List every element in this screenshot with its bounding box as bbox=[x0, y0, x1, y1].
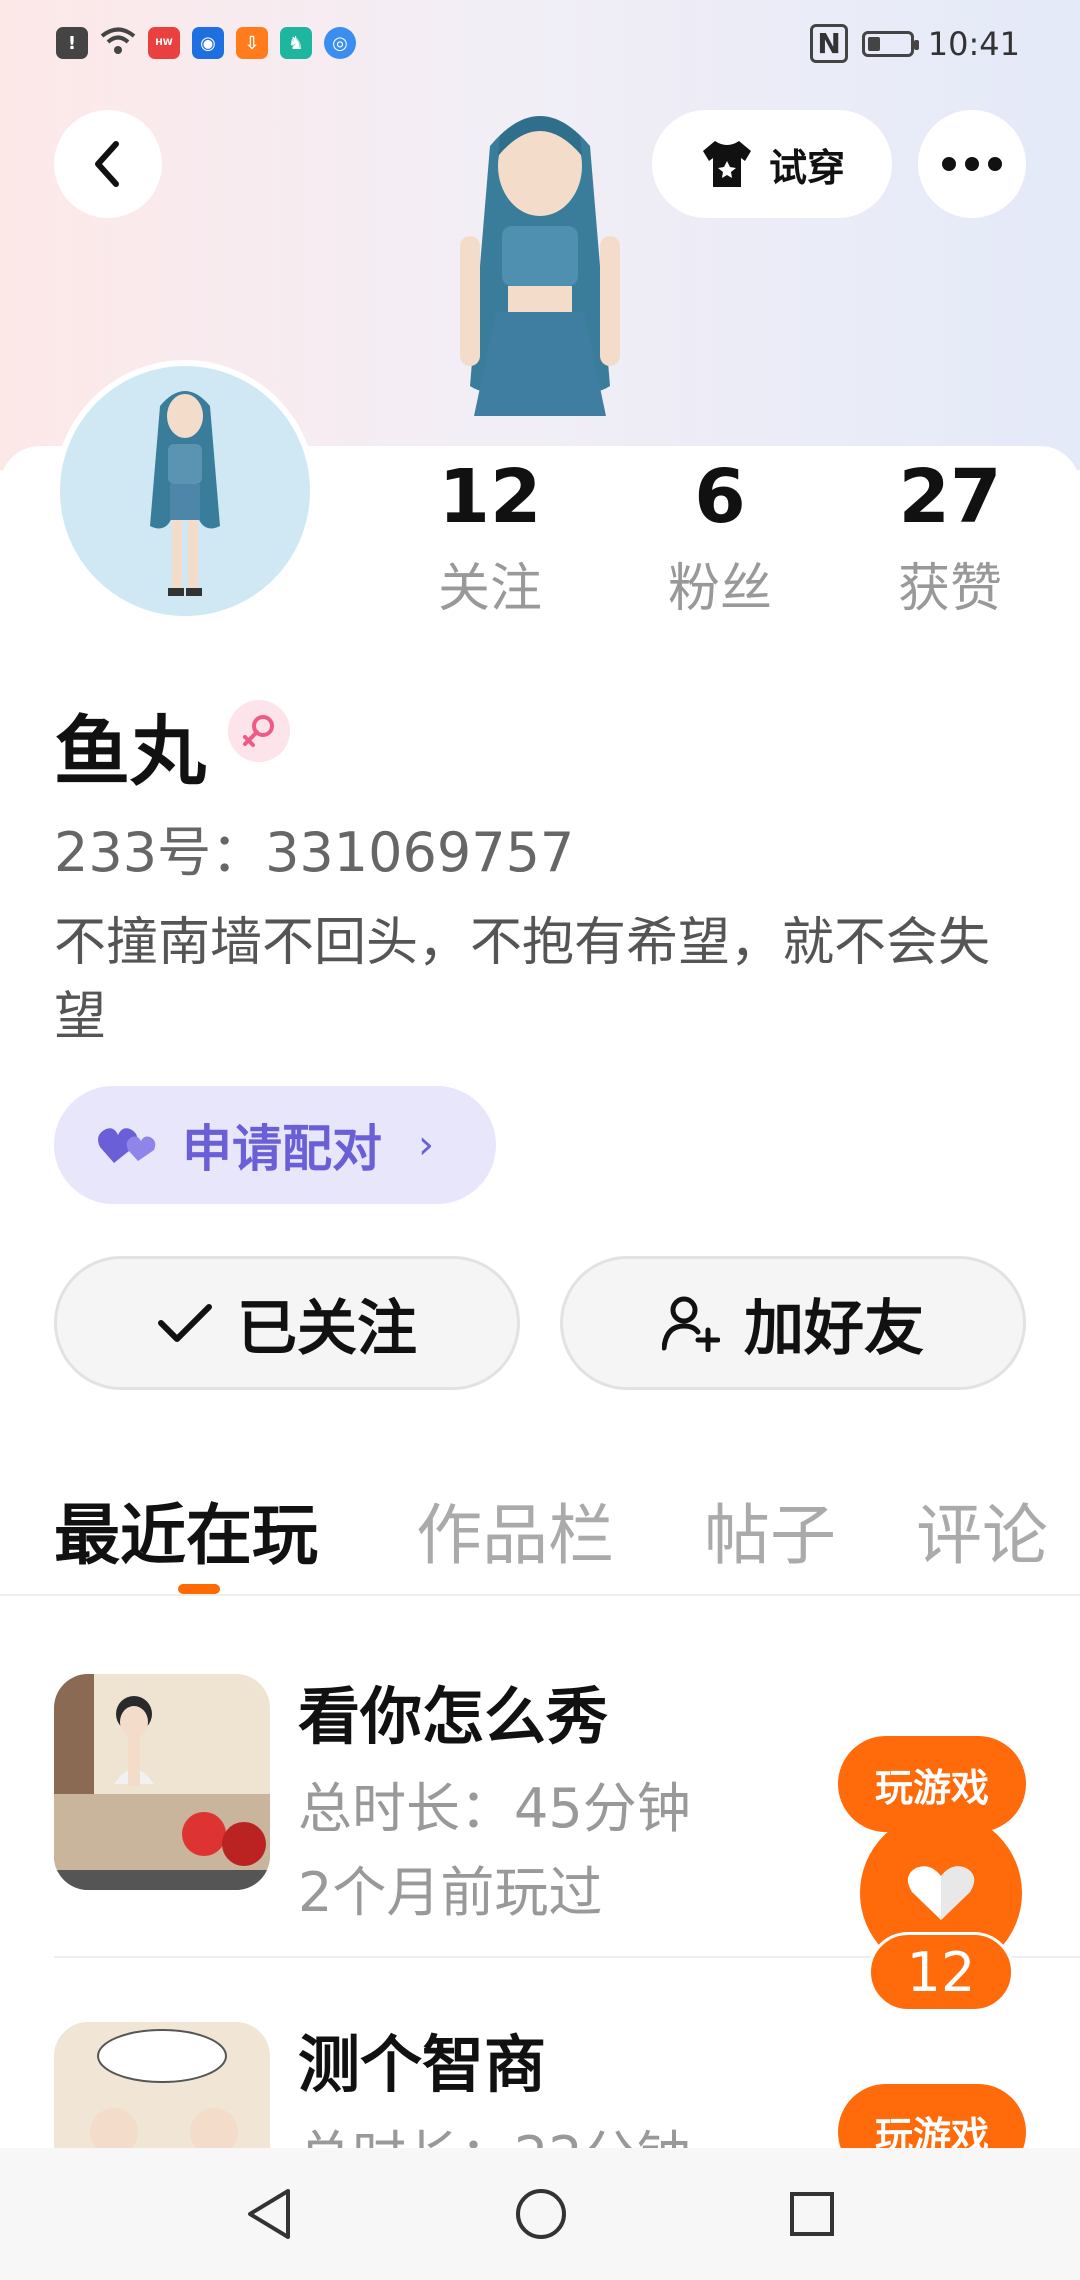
add-user-icon bbox=[662, 1296, 720, 1352]
followed-label: 已关注 bbox=[237, 1293, 417, 1364]
avatar-figure-image bbox=[380, 86, 700, 466]
game-thumbnail[interactable] bbox=[54, 1674, 270, 1890]
stat-likes-count: 27 bbox=[898, 454, 1002, 540]
user-id: 233号：331069757 bbox=[54, 821, 575, 884]
checkmark-icon bbox=[158, 1304, 212, 1342]
alert-icon: ! bbox=[56, 27, 88, 59]
nfc-icon: N bbox=[810, 24, 848, 63]
chevron-left-icon bbox=[95, 141, 119, 187]
request-pair-button[interactable]: 申请配对 › bbox=[54, 1086, 496, 1204]
play-game-button[interactable]: 玩游戏 bbox=[838, 2084, 1026, 2148]
list-item[interactable]: 测个智商 总时长：22分钟 玩游戏 bbox=[54, 2022, 1080, 2148]
stat-following-count: 12 bbox=[438, 454, 542, 540]
download-icon: ⇩ bbox=[236, 27, 268, 59]
globe-icon: ◎ bbox=[324, 27, 356, 59]
battery-icon bbox=[861, 30, 919, 57]
stat-fans[interactable]: 6 粉丝 bbox=[620, 454, 820, 621]
heart-icon bbox=[907, 1866, 975, 1920]
nav-recents-icon[interactable] bbox=[788, 2190, 836, 2238]
nav-back-icon[interactable] bbox=[244, 2187, 294, 2241]
huawei-icon: HW bbox=[148, 27, 180, 59]
try-on-label: 试穿 bbox=[768, 145, 845, 190]
bulb-icon: ◉ bbox=[192, 27, 224, 59]
stat-fans-count: 6 bbox=[694, 454, 746, 540]
tab-posts[interactable]: 帖子 bbox=[704, 1482, 836, 1578]
tab-recent-play[interactable]: 最近在玩 bbox=[54, 1482, 318, 1578]
profile-bio: 不撞南墙不回头，不抱有希望，就不会失望 bbox=[54, 913, 991, 1047]
game-duration: 总时长：45分钟 bbox=[298, 1777, 691, 1840]
stat-following-label: 关注 bbox=[437, 559, 542, 619]
chevron-right-icon: › bbox=[418, 1122, 434, 1168]
request-pair-label: 申请配对 bbox=[182, 1120, 382, 1178]
game-title: 看你怎么秀 bbox=[298, 1680, 609, 1753]
tab-works[interactable]: 作品栏 bbox=[416, 1482, 614, 1578]
profile-stats: 12 关注 6 粉丝 27 获赞 bbox=[0, 454, 1080, 624]
more-dots-icon bbox=[942, 157, 1002, 171]
nav-home-icon[interactable] bbox=[514, 2187, 568, 2241]
more-button[interactable] bbox=[918, 110, 1026, 218]
try-on-button[interactable]: 试穿 bbox=[652, 110, 892, 218]
camel-icon: ♞ bbox=[280, 27, 312, 59]
game-last-played: 2个月前玩过 bbox=[298, 1861, 603, 1924]
tab-comments[interactable]: 评论 bbox=[916, 1482, 1048, 1578]
status-bar: ! HW ◉ ⇩ ♞ ◎ N 10:41 bbox=[0, 0, 1080, 92]
like-count-badge: 12 bbox=[868, 1932, 1014, 2012]
add-friend-label: 加好友 bbox=[744, 1293, 924, 1364]
stat-fans-label: 粉丝 bbox=[667, 559, 772, 619]
stat-likes[interactable]: 27 获赞 bbox=[850, 454, 1050, 621]
game-thumbnail[interactable] bbox=[54, 2022, 270, 2148]
profile-tabs: 最近在玩 作品栏 帖子 评论 bbox=[0, 1470, 1080, 1596]
status-time: 10:41 bbox=[927, 24, 1020, 63]
followed-button[interactable]: 已关注 bbox=[54, 1256, 520, 1390]
stat-following[interactable]: 12 关注 bbox=[390, 454, 590, 621]
back-button[interactable] bbox=[54, 110, 162, 218]
female-gender-icon bbox=[228, 700, 290, 762]
game-duration: 总时长：22分钟 bbox=[298, 2112, 691, 2148]
tshirt-icon bbox=[702, 141, 751, 187]
wifi-icon bbox=[100, 26, 136, 60]
hearts-icon bbox=[98, 1128, 156, 1163]
add-friend-button[interactable]: 加好友 bbox=[560, 1256, 1026, 1390]
stat-likes-label: 获赞 bbox=[897, 559, 1002, 619]
profile-name: 鱼丸 bbox=[54, 707, 206, 796]
game-title: 测个智商 bbox=[298, 2028, 547, 2101]
system-navigation-bar bbox=[0, 2148, 1080, 2280]
active-tab-indicator bbox=[178, 1584, 220, 1594]
